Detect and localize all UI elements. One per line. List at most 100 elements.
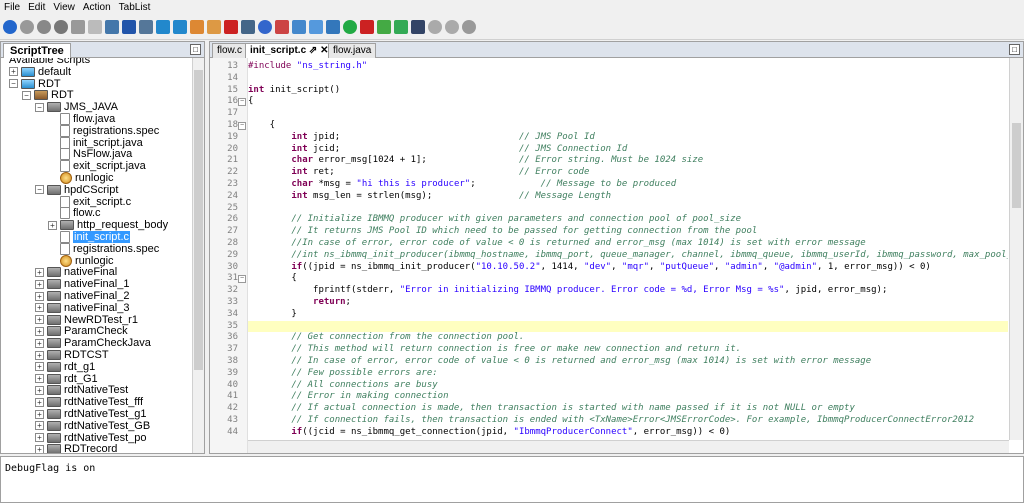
tree-file-item[interactable]: registrations.spec <box>48 242 159 255</box>
list-icon[interactable] <box>326 19 340 34</box>
tree-folder-item[interactable]: + rdt_g1 <box>35 361 95 373</box>
tree-folder-item[interactable]: + nativeFinal_1 <box>35 278 129 290</box>
expand-icon[interactable]: + <box>35 433 44 443</box>
editor-tab[interactable]: flow.c <box>212 43 248 58</box>
tree-file-item[interactable]: runlogic <box>48 172 114 184</box>
scroll-thumb[interactable] <box>1012 123 1021 208</box>
tree-folder-item[interactable]: + nativeFinal <box>35 266 117 278</box>
expand-icon[interactable]: + <box>35 267 44 277</box>
expand-icon[interactable]: + <box>35 444 44 453</box>
download-icon[interactable] <box>156 19 170 34</box>
tree-file-item[interactable]: exit_script.c <box>48 195 131 208</box>
tree-folder-item[interactable]: − RDT <box>22 89 74 101</box>
expand-icon[interactable]: + <box>35 362 44 372</box>
expand-icon[interactable]: + <box>35 303 44 313</box>
expand-icon[interactable]: + <box>35 326 44 336</box>
tree-folder-item[interactable]: + rdtNativeTest_g1 <box>35 408 147 420</box>
delete-icon[interactable] <box>224 19 238 34</box>
close-icon[interactable]: ✕ <box>317 45 328 56</box>
disk-icon[interactable] <box>292 19 306 34</box>
tree-file-item[interactable]: runlogic <box>48 254 114 267</box>
tree-folder-item[interactable]: + nativeFinal_2 <box>35 290 129 302</box>
fold-toggle-icon[interactable]: − <box>238 122 246 130</box>
code-area[interactable]: #include "ns_string.h" int init_script(){… <box>248 58 1008 453</box>
undo-icon[interactable] <box>428 19 442 34</box>
collapse-icon[interactable]: − <box>35 185 44 195</box>
expand-icon[interactable]: + <box>35 279 44 289</box>
record-icon[interactable] <box>37 19 51 34</box>
tree-file-item[interactable]: NsFlow.java <box>48 148 132 161</box>
tree-folder-item[interactable]: + ParamCheck <box>35 325 128 337</box>
editor-tab[interactable]: flow.java <box>328 43 377 58</box>
menu-edit[interactable]: Edit <box>28 2 45 13</box>
flag-icon[interactable] <box>360 19 374 34</box>
tab-scripttree[interactable]: ScriptTree <box>3 43 71 58</box>
tree-folder-item[interactable]: + rdt_G1 <box>35 373 98 385</box>
tree-folder-item[interactable]: + rdtNativeTest_fff <box>35 396 143 408</box>
tree-file-item[interactable]: registrations.spec <box>48 124 159 137</box>
tree-folder-item[interactable]: + rdtNativeTest_GB <box>35 420 150 432</box>
pin-icon[interactable]: ⇗ <box>306 45 317 56</box>
expand-icon[interactable]: + <box>35 409 44 419</box>
collapse-icon[interactable]: − <box>35 102 44 112</box>
tree-folder-item[interactable]: + RDTrecord <box>35 443 117 453</box>
maximize-icon[interactable]: □ <box>190 44 201 55</box>
expand-icon[interactable]: + <box>35 421 44 431</box>
expand-icon[interactable]: + <box>35 397 44 407</box>
tree-folder-item[interactable]: + nativeFinal_3 <box>35 302 129 314</box>
forward-icon[interactable] <box>445 19 459 34</box>
tree-file-item[interactable]: flow.java <box>48 113 115 125</box>
expand-icon[interactable]: + <box>35 315 44 325</box>
save-icon[interactable] <box>122 19 136 34</box>
record-stop-icon[interactable] <box>462 19 476 34</box>
tree-folder-item[interactable]: − hpdCScript <box>35 184 118 196</box>
expand-icon[interactable]: + <box>35 338 44 348</box>
scroll-thumb[interactable] <box>194 70 203 370</box>
pause-icon[interactable] <box>54 19 68 34</box>
tree-folder-item[interactable]: + default <box>9 66 71 78</box>
menu-tablist[interactable]: TabList <box>119 2 151 13</box>
menu-file[interactable]: File <box>4 2 20 13</box>
tree-scrollbar[interactable] <box>192 58 204 453</box>
editor-tab[interactable]: init_script.c ⇗ ✕ <box>245 43 334 58</box>
tree-folder-item[interactable]: + RDTCST <box>35 349 109 361</box>
tree-folder-item[interactable]: + http_request_body <box>48 219 168 231</box>
tree-file-item[interactable]: init_script.java <box>48 136 143 149</box>
expand-icon[interactable]: + <box>35 291 44 301</box>
refresh-icon[interactable] <box>343 19 357 34</box>
edit-icon[interactable] <box>275 19 289 34</box>
tree-folder-item[interactable]: − JMS_JAVA <box>35 101 118 113</box>
export-icon[interactable] <box>394 19 408 34</box>
menu-view[interactable]: View <box>53 2 75 13</box>
menu-action[interactable]: Action <box>83 2 111 13</box>
settings-icon[interactable] <box>258 19 272 34</box>
collapse-icon[interactable]: − <box>22 90 31 100</box>
editor-vertical-scrollbar[interactable] <box>1009 58 1023 440</box>
floppy-icon[interactable] <box>411 19 425 34</box>
expand-icon[interactable]: + <box>9 67 18 77</box>
expand-icon[interactable]: + <box>48 220 57 230</box>
chart-icon[interactable] <box>377 19 391 34</box>
tree-folder-item[interactable]: + rdtNativeTest_po <box>35 432 147 444</box>
tree-folder-item[interactable]: + ParamCheckJava <box>35 337 151 349</box>
tree-folder-item[interactable]: + NewRDTest_r1 <box>35 314 138 326</box>
palette-icon[interactable] <box>190 19 204 34</box>
comment-icon[interactable] <box>88 19 102 34</box>
tree-file-item[interactable]: exit_script.java <box>48 160 146 173</box>
copy-icon[interactable] <box>139 19 153 34</box>
expand-icon[interactable]: + <box>35 350 44 360</box>
search-icon[interactable] <box>241 19 255 34</box>
editor-horizontal-scrollbar[interactable] <box>248 440 1009 453</box>
tree-folder-item[interactable]: − RDT <box>9 78 61 90</box>
tree-file-item[interactable]: init_script.c <box>48 231 131 243</box>
fold-toggle-icon[interactable]: − <box>238 98 246 107</box>
upload-icon[interactable] <box>173 19 187 34</box>
tree-folder-item[interactable]: Available Scripts <box>9 58 90 66</box>
tree-file-item[interactable]: flow.c <box>48 207 101 220</box>
run-icon[interactable] <box>3 19 17 34</box>
maximize-icon[interactable]: □ <box>1009 44 1020 55</box>
expand-icon[interactable]: + <box>35 385 44 395</box>
tree-folder-item[interactable]: + rdtNativeTest <box>35 384 128 396</box>
fold-toggle-icon[interactable]: − <box>238 275 246 284</box>
tag-icon[interactable] <box>207 19 221 34</box>
